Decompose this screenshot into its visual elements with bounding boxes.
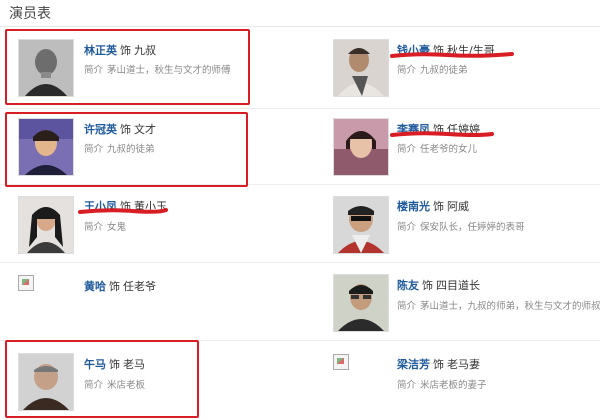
desc-text: 茅山道士，九叔的师弟，秋生与文才的师叔 [420,301,600,312]
highlight-underline [78,208,168,214]
broken-image-icon [333,354,349,370]
actor-name-link[interactable]: 黄哈 [84,280,106,293]
highlight-box [5,340,199,418]
desc-label: 简介 [397,301,417,312]
role-name: 任老爷 [123,280,156,293]
highlight-underline [390,131,494,137]
role-name: 四目道长 [436,279,480,292]
desc-text: 女鬼 [107,222,127,233]
desc-text: 保安队长，任婷婷的表哥 [420,222,525,233]
actor-photo[interactable] [333,274,389,332]
actor-name-link[interactable]: 陈友 [397,279,419,292]
role-prefix: 饰 [433,358,444,371]
role-prefix: 饰 [422,279,433,292]
desc-text: 米店老板的妻子 [420,380,487,391]
row-divider [0,262,600,263]
desc-text: 九叔的徒弟 [420,65,468,76]
highlight-underline [390,52,514,58]
desc-label: 简介 [397,144,417,155]
broken-image-icon [18,275,34,291]
role-prefix: 饰 [433,200,444,213]
role-prefix: 饰 [109,280,120,293]
row-divider [0,108,600,109]
actor-photo[interactable] [333,196,389,254]
role-name: 阿威 [447,200,469,213]
title-divider [0,26,600,27]
highlight-box [5,112,248,187]
actor-photo[interactable] [333,118,389,176]
actor-photo[interactable] [18,196,74,254]
desc-text: 任老爷的女儿 [420,144,478,155]
desc-label: 简介 [397,222,417,233]
page-title: 演员表 [9,6,51,22]
desc-label: 简介 [397,380,417,391]
actor-name-link[interactable]: 梁洁芳 [397,358,430,371]
desc-label: 简介 [84,222,104,233]
highlight-box [5,29,250,105]
desc-label: 简介 [397,65,417,76]
role-name: 老马妻 [447,358,480,371]
actor-photo[interactable] [333,39,389,97]
actor-name-link[interactable]: 楼南光 [397,200,430,213]
